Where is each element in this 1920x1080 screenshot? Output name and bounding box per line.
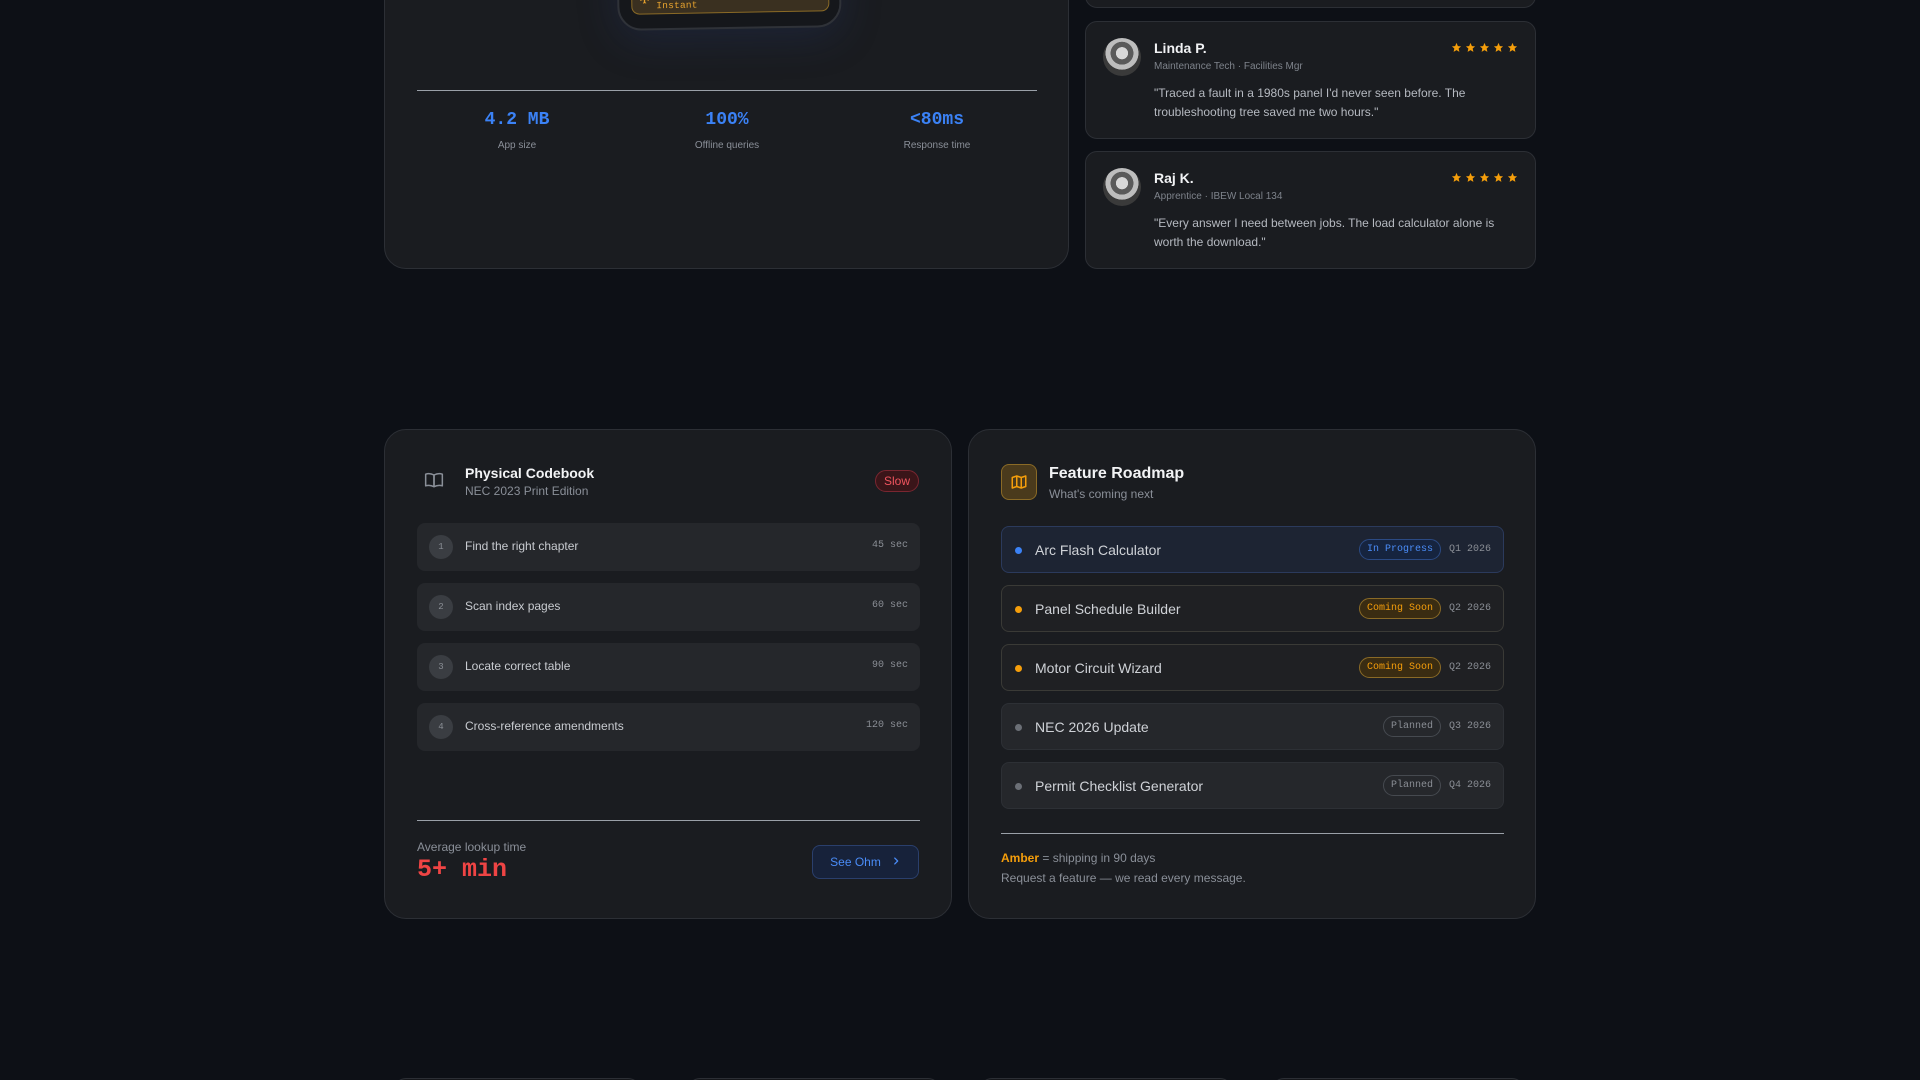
roadmap-item-label: Arc Flash Calculator xyxy=(1035,542,1162,558)
step-number: 1 xyxy=(429,535,453,559)
testimonial-name: Raj K. xyxy=(1154,170,1194,186)
roadmap-item-quarter: Q4 2026 xyxy=(1448,780,1491,791)
status-dot xyxy=(1015,783,1022,790)
testimonial-quote: "Traced a fault in a 1980s panel I'd nev… xyxy=(1154,86,1466,119)
list-item: 4 Cross-reference amendments 120 sec xyxy=(417,703,920,751)
roadmap-item-quarter: Q2 2026 xyxy=(1448,662,1491,673)
testimonial-role: Apprentice · IBEW Local 134 xyxy=(1154,191,1283,202)
status-badge: Coming Soon xyxy=(1358,598,1441,619)
roadmap-item[interactable]: Arc Flash Calculator In Progress Q1 2026 xyxy=(1001,526,1504,573)
star-icon xyxy=(1493,170,1504,188)
divider xyxy=(417,820,920,821)
roadmap-item[interactable]: Permit Checklist Generator Planned Q4 20… xyxy=(1001,762,1504,809)
offline-stats-card: Airplane Mode · Results Instant 4.2 MB A… xyxy=(384,0,1069,269)
star-icon xyxy=(1465,170,1476,188)
star-icon xyxy=(1451,40,1462,58)
avatar xyxy=(1103,38,1141,76)
airplane-icon xyxy=(639,0,650,8)
status-dot xyxy=(1015,606,1022,613)
status-badge: Planned xyxy=(1382,716,1441,737)
stat-label: Response time xyxy=(903,140,971,151)
roadmap-item-label: Panel Schedule Builder xyxy=(1035,601,1181,617)
status-dot xyxy=(1015,665,1022,672)
step-number: 4 xyxy=(429,715,453,739)
star-rating xyxy=(1451,170,1518,188)
status-badge: Coming Soon xyxy=(1358,657,1441,678)
star-icon xyxy=(1507,170,1518,188)
step-number: 2 xyxy=(429,595,453,619)
average-lookup-label: Average lookup time xyxy=(417,840,527,854)
roadmap-item[interactable]: Motor Circuit Wizard Coming Soon Q2 2026 xyxy=(1001,644,1504,691)
roadmap-item-quarter: Q1 2026 xyxy=(1448,544,1491,555)
card-subtitle: NEC 2023 Print Edition xyxy=(465,484,589,498)
status-badge: In Progress xyxy=(1358,539,1441,560)
roadmap-item-label: Permit Checklist Generator xyxy=(1035,778,1204,794)
request-feature-text[interactable]: Request a feature — we read every messag… xyxy=(1001,871,1246,885)
roadmap-item[interactable]: Panel Schedule Builder Coming Soon Q2 20… xyxy=(1001,585,1504,632)
star-rating xyxy=(1451,40,1518,58)
step-number: 3 xyxy=(429,655,453,679)
airplane-mode-label: Airplane Mode · Results Instant xyxy=(656,0,792,12)
stat-label: Offline queries xyxy=(694,140,760,151)
status-dot xyxy=(1015,547,1022,554)
phone-mockup: Airplane Mode · Results Instant xyxy=(616,0,842,31)
see-ohm-button[interactable]: See Ohm xyxy=(812,845,919,879)
list-item: 2 Scan index pages 60 sec xyxy=(417,583,920,631)
roadmap-item[interactable]: NEC 2026 Update Planned Q3 2026 xyxy=(1001,703,1504,750)
testimonial-role: Maintenance Tech · Facilities Mgr xyxy=(1154,61,1303,72)
testimonial-card: Raj K. Apprentice · IBEW Local 134 "Ever… xyxy=(1085,151,1536,269)
card-title: Feature Roadmap xyxy=(1049,465,1185,482)
avatar xyxy=(1103,168,1141,206)
star-icon xyxy=(1451,170,1462,188)
roadmap-item-quarter: Q2 2026 xyxy=(1448,603,1491,614)
list-item: 1 Find the right chapter 45 sec xyxy=(417,523,920,571)
legend-key: Amber xyxy=(1001,851,1040,865)
star-icon xyxy=(1479,170,1490,188)
step-label: Find the right chapter xyxy=(465,539,579,553)
average-lookup-value: 5+ min xyxy=(417,855,508,884)
list-item: 3 Locate correct table 90 sec xyxy=(417,643,920,691)
stat-app-size: 4.2 MB App size xyxy=(417,110,617,151)
stat-label: App size xyxy=(497,140,537,151)
step-time: 120 sec xyxy=(865,720,908,731)
card-subtitle: What's coming next xyxy=(1049,487,1154,501)
card-title: Physical Codebook xyxy=(465,465,595,481)
roadmap-item-label: Motor Circuit Wizard xyxy=(1035,660,1162,676)
map-icon xyxy=(1001,464,1037,500)
testimonial-card-previous xyxy=(1085,0,1536,8)
chevron-right-icon xyxy=(891,855,901,869)
see-ohm-label: See Ohm xyxy=(830,855,881,869)
star-icon xyxy=(1479,40,1490,58)
testimonial-quote: "Every answer I need between jobs. The l… xyxy=(1154,216,1495,249)
stat-response-time: <80ms Response time xyxy=(837,110,1037,151)
legend-text: = shipping in 90 days xyxy=(1039,851,1156,865)
testimonial-name: Linda P. xyxy=(1154,40,1207,56)
step-label: Locate correct table xyxy=(465,659,571,673)
status-badge: Slow xyxy=(874,470,919,492)
step-time: 60 sec xyxy=(871,600,908,611)
star-icon xyxy=(1507,40,1518,58)
status-dot xyxy=(1015,724,1022,731)
star-icon xyxy=(1465,40,1476,58)
step-label: Scan index pages xyxy=(465,599,561,613)
stat-value: 100% xyxy=(705,110,749,130)
divider xyxy=(417,90,1037,91)
stat-offline-queries: 100% Offline queries xyxy=(627,110,827,151)
divider xyxy=(1001,833,1504,834)
roadmap-item-quarter: Q3 2026 xyxy=(1448,721,1491,732)
step-time: 45 sec xyxy=(871,540,908,551)
physical-codebook-card: Physical Codebook NEC 2023 Print Edition… xyxy=(384,429,952,919)
feature-roadmap-card: Feature Roadmap What's coming next Arc F… xyxy=(968,429,1536,919)
book-icon xyxy=(424,470,444,490)
step-time: 90 sec xyxy=(871,660,908,671)
roadmap-legend: Amber = shipping in 90 days xyxy=(1001,851,1155,865)
roadmap-item-label: NEC 2026 Update xyxy=(1035,719,1149,735)
stat-value: <80ms xyxy=(909,110,964,130)
step-label: Cross-reference amendments xyxy=(465,719,624,733)
status-badge: Planned xyxy=(1382,775,1441,796)
star-icon xyxy=(1493,40,1504,58)
airplane-mode-pill: Airplane Mode · Results Instant xyxy=(631,0,830,15)
stat-value: 4.2 MB xyxy=(484,110,550,130)
testimonial-card: Linda P. Maintenance Tech · Facilities M… xyxy=(1085,21,1536,139)
